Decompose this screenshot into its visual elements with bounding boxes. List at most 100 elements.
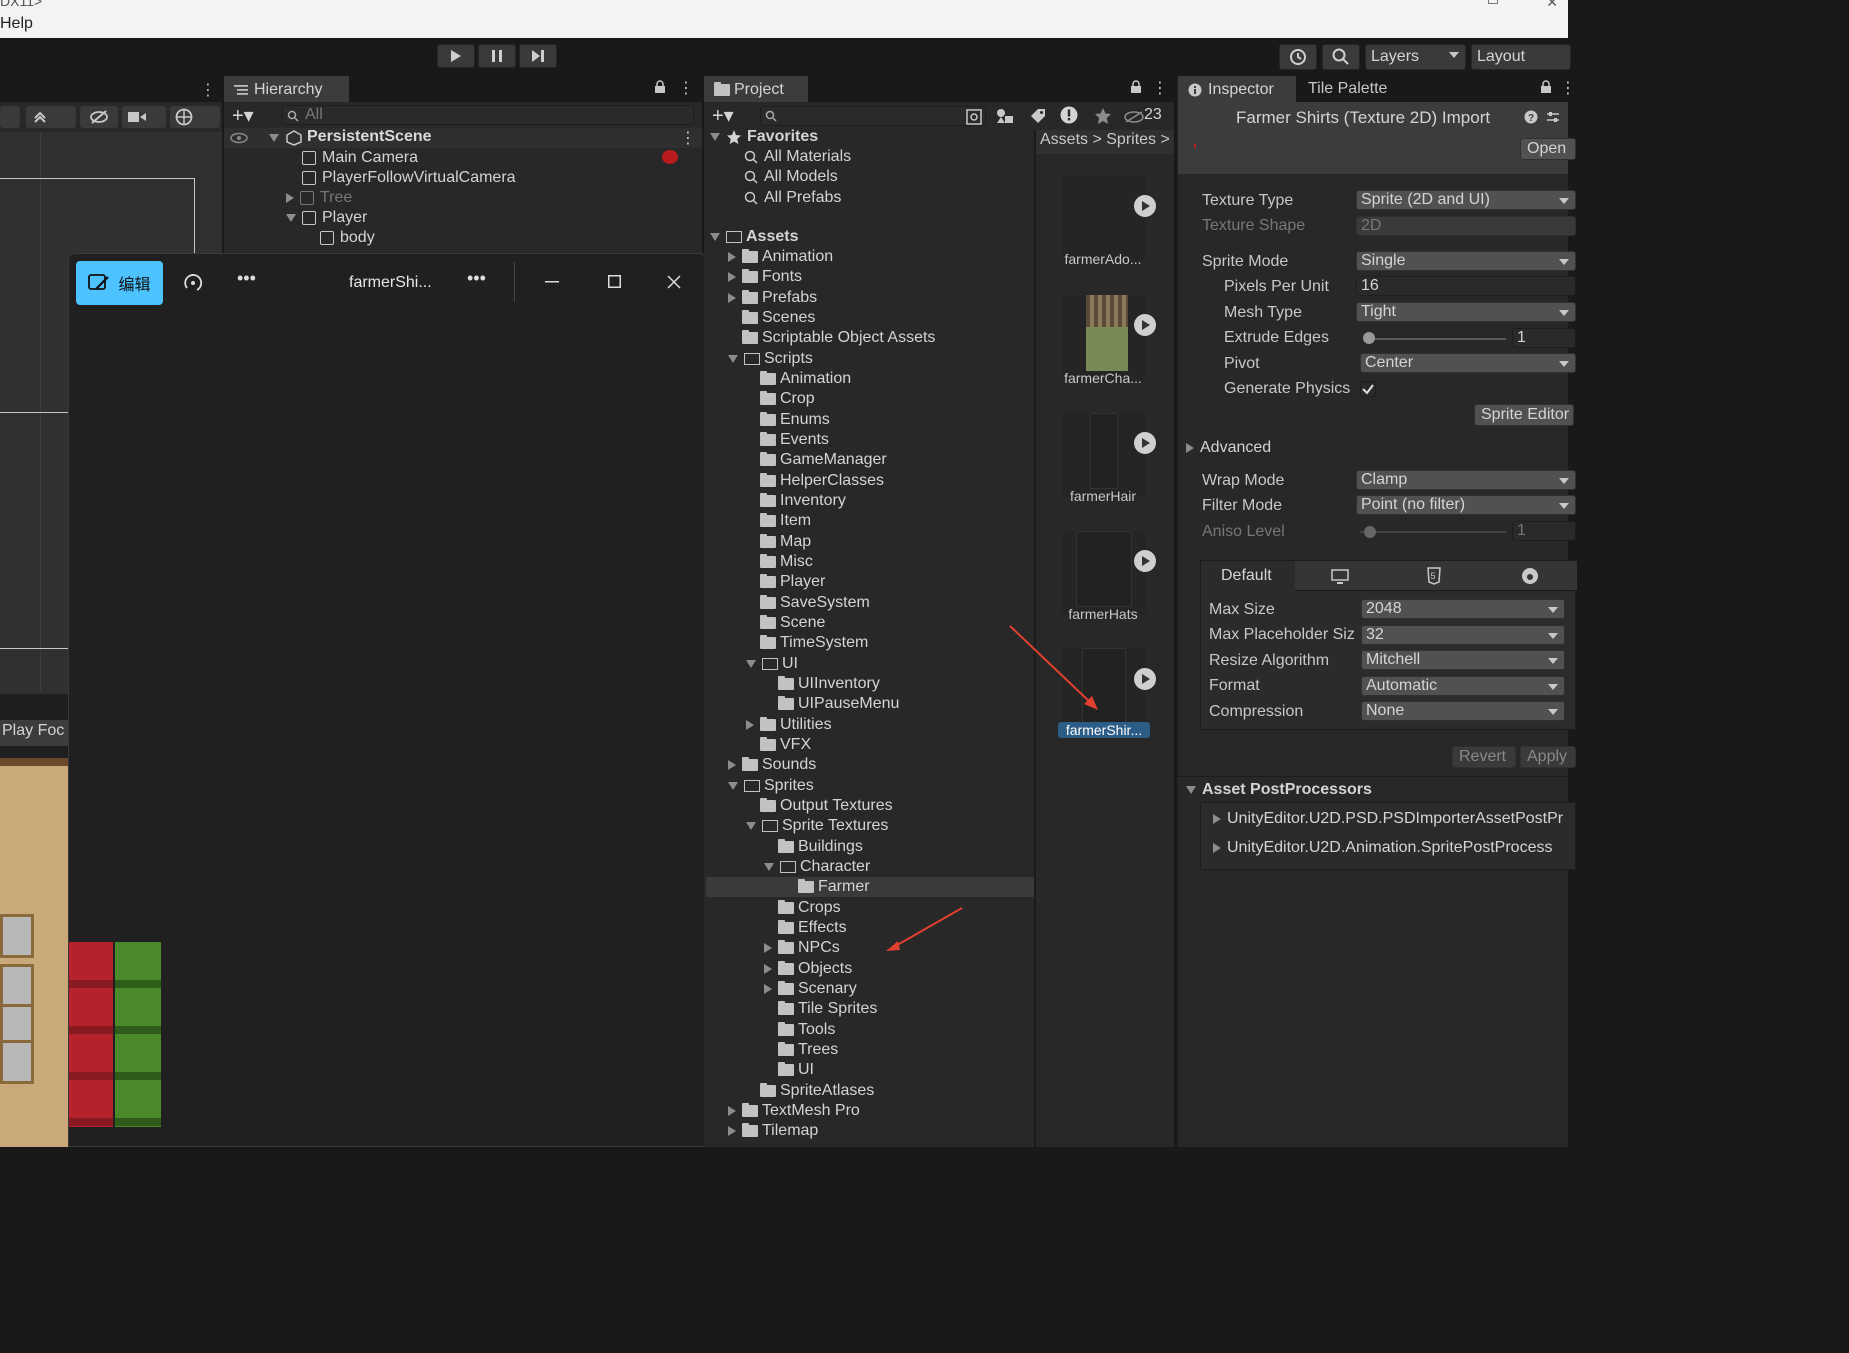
- visibility-toggle[interactable]: [80, 106, 118, 128]
- folder-prefabs[interactable]: Prefabs: [728, 288, 817, 308]
- hidden-eye-icon[interactable]: [1124, 111, 1144, 123]
- open-button[interactable]: Open: [1520, 138, 1576, 160]
- favorites-header[interactable]: Favorites: [710, 127, 818, 147]
- minimize-icon[interactable]: [545, 281, 559, 283]
- inventory-slot[interactable]: [0, 964, 34, 1008]
- layout-dropdown[interactable]: Layout: [1471, 44, 1571, 70]
- folder-item[interactable]: Item: [760, 511, 811, 531]
- maximize-icon[interactable]: [608, 275, 621, 288]
- folder-scenes[interactable]: Scenes: [742, 308, 815, 328]
- close-window-icon[interactable]: ✕: [1546, 0, 1558, 11]
- asset-thumbnail-farmer-hair[interactable]: [1062, 413, 1146, 497]
- folder-output-textures[interactable]: Output Textures: [760, 796, 893, 816]
- folder-enums[interactable]: Enums: [760, 410, 830, 430]
- folder-tile-sprites[interactable]: Tile Sprites: [778, 999, 877, 1019]
- sprite-editor-button[interactable]: Sprite Editor: [1474, 404, 1574, 426]
- collapse-icon[interactable]: [746, 660, 756, 668]
- max-placeholder-dropdown[interactable]: 32: [1361, 625, 1565, 645]
- assets-root[interactable]: Assets: [710, 227, 798, 247]
- postprocessor-item[interactable]: UnityEditor.U2D.Animation.SpritePostProc…: [1213, 838, 1552, 858]
- hierarchy-item-main-camera[interactable]: Main Camera: [302, 148, 418, 168]
- project-search-input[interactable]: [760, 106, 986, 126]
- tab-default-platform[interactable]: Default: [1201, 561, 1295, 591]
- folder-spriteatlases[interactable]: SpriteAtlases: [760, 1081, 874, 1101]
- hierarchy-item-player[interactable]: Player: [286, 208, 367, 228]
- play-preview-icon[interactable]: [1134, 550, 1156, 572]
- search-scope-icon[interactable]: [966, 109, 982, 125]
- tab-project[interactable]: Project: [704, 76, 808, 102]
- folder-animation[interactable]: Animation: [728, 247, 833, 267]
- folder-effects[interactable]: Effects: [778, 918, 847, 938]
- snap-toggle[interactable]: [26, 106, 76, 128]
- postprocessor-item[interactable]: UnityEditor.U2D.PSD.PSDImporterAssetPost…: [1213, 809, 1563, 829]
- compression-dropdown[interactable]: None: [1361, 701, 1565, 721]
- folder-scripts-animation[interactable]: Animation: [760, 369, 851, 389]
- breadcrumb-sprites[interactable]: Sprites: [1106, 131, 1156, 148]
- collapse-icon[interactable]: [728, 782, 738, 790]
- pivot-dropdown[interactable]: Center: [1360, 353, 1576, 373]
- hierarchy-menu-icon[interactable]: ⋮: [678, 78, 694, 98]
- visibility-eye-icon[interactable]: [230, 132, 248, 144]
- expand-icon[interactable]: [1213, 814, 1221, 824]
- folder-sounds[interactable]: Sounds: [728, 755, 816, 775]
- more-options-icon[interactable]: •••: [237, 268, 256, 289]
- game-view-tab[interactable]: Play Foc: [0, 720, 68, 746]
- tab-tile-palette[interactable]: Tile Palette: [1308, 80, 1387, 98]
- inspector-menu-icon[interactable]: ⋮: [1560, 78, 1576, 98]
- expand-icon[interactable]: [1186, 443, 1194, 453]
- search-button[interactable]: [1322, 44, 1360, 70]
- tab-inspector[interactable]: Inspector: [1178, 76, 1296, 102]
- ppu-input[interactable]: 16: [1356, 276, 1576, 296]
- image-canvas[interactable]: [69, 312, 705, 1146]
- play-preview-icon[interactable]: [1134, 432, 1156, 454]
- collapse-icon[interactable]: [1186, 786, 1196, 794]
- folder-inventory[interactable]: Inventory: [760, 491, 846, 511]
- resize-algorithm-dropdown[interactable]: Mitchell: [1361, 650, 1565, 670]
- lock-icon[interactable]: [1540, 80, 1552, 94]
- folder-fonts[interactable]: Fonts: [728, 267, 802, 287]
- expand-icon[interactable]: [1213, 843, 1221, 853]
- console-icon[interactable]: [1521, 567, 1539, 585]
- folder-scenary[interactable]: Scenary: [764, 979, 857, 999]
- inventory-slot[interactable]: [0, 914, 34, 958]
- label-tag-icon[interactable]: [1030, 108, 1046, 124]
- favorite-star-icon[interactable]: [1094, 107, 1112, 125]
- expand-icon[interactable]: [764, 943, 772, 953]
- help-icon[interactable]: ?: [1524, 110, 1538, 124]
- play-preview-icon[interactable]: [1134, 195, 1156, 217]
- expand-icon[interactable]: [728, 1106, 736, 1116]
- expand-icon[interactable]: [728, 272, 736, 282]
- folder-scripts[interactable]: Scripts: [728, 349, 813, 369]
- folder-scriptable-object-assets[interactable]: Scriptable Object Assets: [742, 328, 935, 348]
- max-size-dropdown[interactable]: 2048: [1361, 599, 1565, 619]
- folder-npcs[interactable]: NPCs: [764, 938, 840, 958]
- webgl-icon[interactable]: 5: [1427, 567, 1441, 585]
- filter-mode-dropdown[interactable]: Point (no filter): [1356, 495, 1576, 515]
- folder-scene[interactable]: Scene: [760, 613, 825, 633]
- folder-utilities[interactable]: Utilities: [746, 715, 832, 735]
- folder-textmesh-pro[interactable]: TextMesh Pro: [728, 1101, 860, 1121]
- collapse-icon[interactable]: [286, 214, 296, 222]
- sprite-mode-dropdown[interactable]: Single: [1356, 251, 1576, 271]
- hierarchy-search-input[interactable]: All: [282, 105, 694, 125]
- rotate-icon[interactable]: [182, 272, 204, 294]
- expand-icon[interactable]: [286, 193, 294, 203]
- add-icon[interactable]: +▾: [232, 103, 254, 128]
- extrude-input[interactable]: 1: [1512, 328, 1576, 348]
- asset-thumbnail-farmer-hats[interactable]: [1062, 531, 1146, 615]
- favorite-all-models[interactable]: All Models: [744, 167, 838, 187]
- scene-menu-icon[interactable]: ⋮: [200, 80, 216, 100]
- folder-map[interactable]: Map: [760, 532, 811, 552]
- desktop-icon[interactable]: [1331, 569, 1349, 585]
- asset-thumbnail-farmer-adornments[interactable]: [1062, 176, 1146, 260]
- postprocessors-foldout[interactable]: Asset PostProcessors: [1186, 780, 1372, 800]
- folder-player[interactable]: Player: [760, 572, 825, 592]
- warning-icon[interactable]: [1060, 106, 1078, 124]
- hierarchy-item-virtual-camera[interactable]: PlayerFollowVirtualCamera: [302, 168, 516, 188]
- expand-icon[interactable]: [728, 293, 736, 303]
- lock-icon[interactable]: [1130, 80, 1142, 94]
- layers-dropdown[interactable]: Layers: [1365, 44, 1466, 70]
- collapse-icon[interactable]: [710, 133, 720, 141]
- folder-farmer[interactable]: Farmer: [798, 877, 870, 897]
- folder-sprite-textures[interactable]: Sprite Textures: [746, 816, 888, 836]
